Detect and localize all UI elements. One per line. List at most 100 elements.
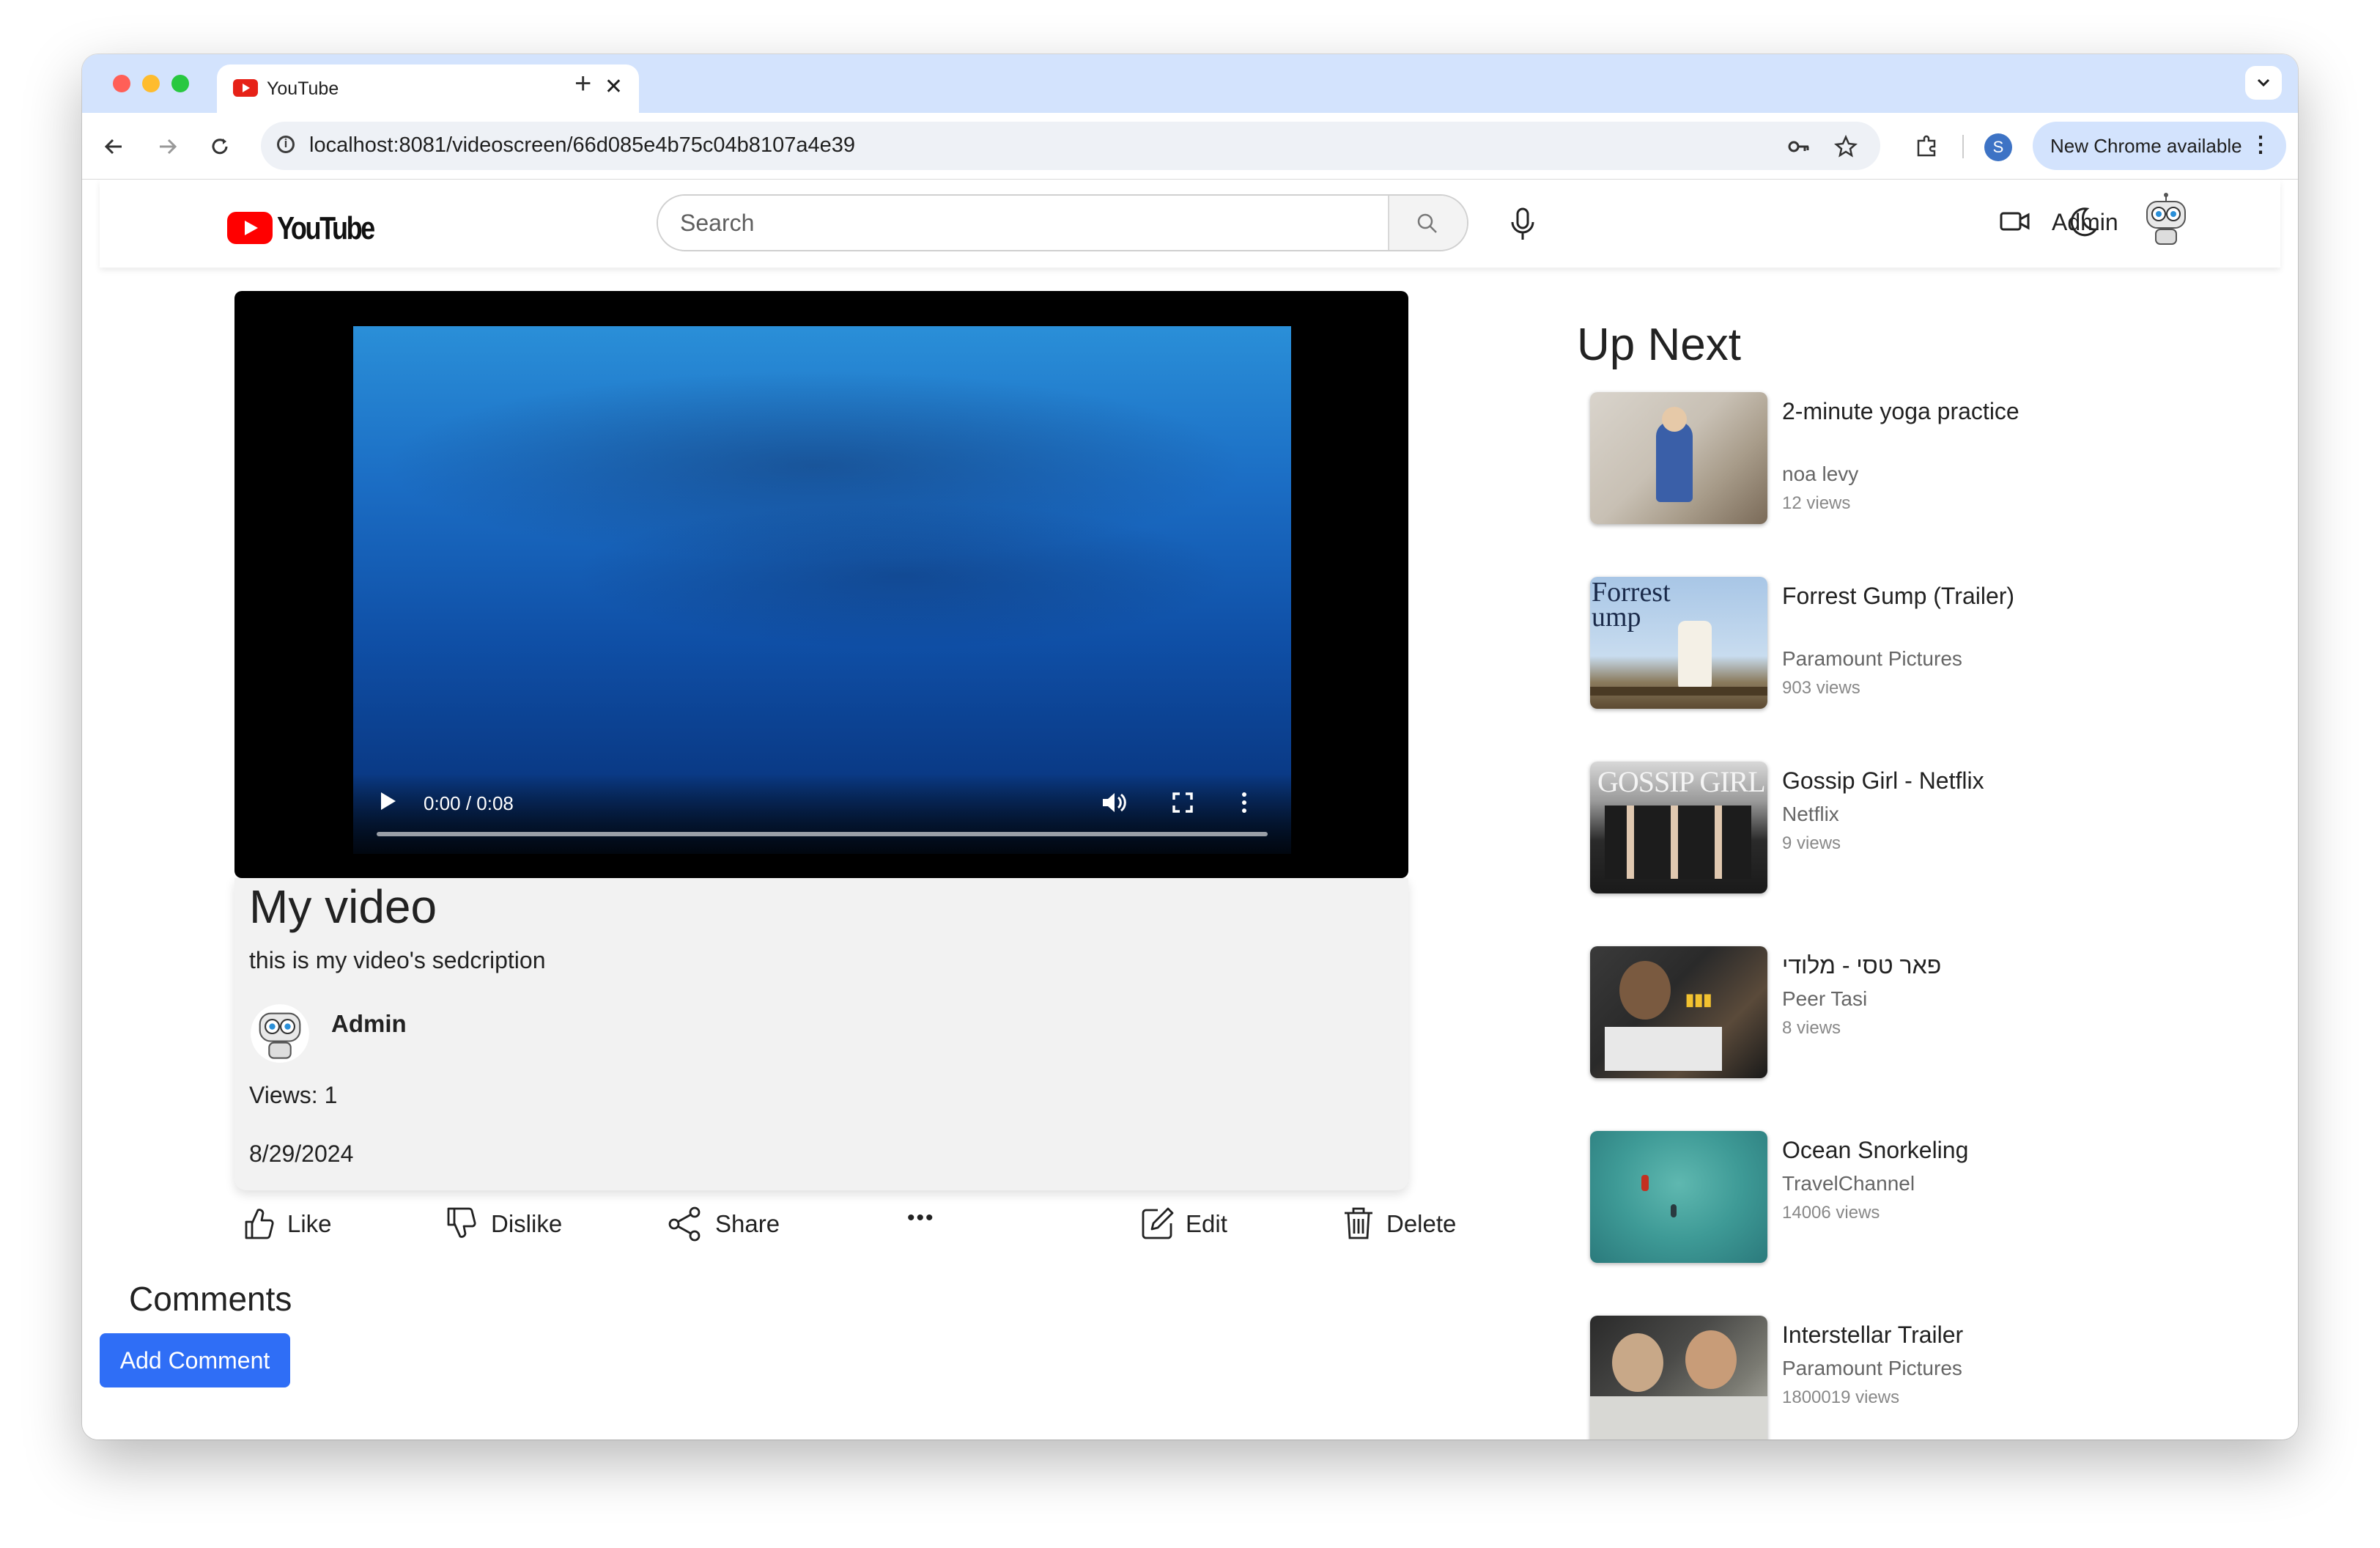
up-next-title[interactable]: Interstellar Trailer: [1782, 1320, 2097, 1349]
up-next-channel: Netflix: [1782, 803, 1839, 825]
share-button[interactable]: Share: [667, 1204, 784, 1245]
back-arrow-icon[interactable]: [100, 132, 129, 161]
video-description: this is my video's sedcription: [249, 947, 546, 973]
new-chrome-available-button[interactable]: New Chrome available ⋮: [2033, 122, 2286, 170]
gossip-girl-art: GOSSIP GIRL: [1597, 765, 1766, 798]
up-next-item[interactable]: Ocean Snorkeling TravelChannel 14006 vie…: [1590, 1131, 2103, 1270]
tab-close-icon[interactable]: ✕: [605, 75, 623, 100]
forward-arrow-icon[interactable]: [152, 132, 182, 161]
share-label: Share: [715, 1210, 780, 1237]
up-next-item[interactable]: GOSSIP GIRL Gossip Girl - Netflix Netfli…: [1590, 762, 2103, 901]
logo-text: YouTube: [277, 210, 375, 246]
spacesuit-shape: [1590, 1396, 1767, 1440]
like-button[interactable]: Like: [243, 1204, 346, 1245]
close-window-button[interactable]: [113, 75, 130, 92]
youtube-play-logo-icon: [227, 212, 273, 244]
reload-icon[interactable]: [205, 132, 234, 161]
microphone-icon[interactable]: [1509, 207, 1536, 241]
page-content: YouTube Admin: [82, 180, 2298, 1440]
like-label: Like: [287, 1210, 332, 1237]
owner-name[interactable]: Admin: [331, 1010, 407, 1038]
site-info-icon[interactable]: [277, 136, 295, 153]
youtube-favicon-icon: [233, 79, 258, 97]
minimize-window-button[interactable]: [142, 75, 160, 92]
video-views: Views: 1: [249, 1082, 338, 1108]
dislike-button[interactable]: Dislike: [446, 1204, 577, 1245]
url-text[interactable]: localhost:8081/videoscreen/66d085e4b75c0…: [309, 133, 855, 158]
extensions-puzzle-icon[interactable]: [1914, 133, 1940, 160]
browser-toolbar: localhost:8081/videoscreen/66d085e4b75c0…: [82, 113, 2298, 180]
up-next-title[interactable]: Gossip Girl - Netflix: [1782, 766, 2097, 795]
delete-label: Delete: [1386, 1210, 1457, 1237]
site-header: YouTube Admin: [100, 180, 2280, 268]
snorkeler-shape: [1671, 1204, 1677, 1217]
up-next-channel: Paramount Pictures: [1782, 647, 1962, 670]
up-next-title[interactable]: פאר טסי - מלודי: [1782, 951, 2097, 980]
up-next-heading: Up Next: [1577, 320, 1741, 370]
toolbar-divider: [1962, 135, 1964, 158]
up-next-title[interactable]: 2-minute yoga practice: [1782, 397, 2097, 426]
delete-button[interactable]: Delete: [1342, 1204, 1467, 1245]
snorkeler-shape: [1641, 1175, 1649, 1191]
video-title: My video: [249, 880, 437, 933]
edit-label: Edit: [1186, 1210, 1227, 1237]
up-next-item[interactable]: 2-minute yoga practice noa levy 12 views: [1590, 392, 2103, 531]
edit-button[interactable]: Edit: [1140, 1204, 1243, 1245]
forrest-gump-art: Forrest ump: [1592, 577, 1671, 633]
search-input[interactable]: [658, 196, 1361, 250]
up-next-title[interactable]: Ocean Snorkeling: [1782, 1135, 2097, 1165]
up-next-item[interactable]: Interstellar Trailer Paramount Pictures …: [1590, 1316, 2103, 1440]
tab-strip: YouTube ✕ +: [82, 54, 2298, 113]
up-next-channel: Paramount Pictures: [1782, 1357, 1962, 1379]
browser-window: YouTube ✕ + localhost:8081/videoscreen/6…: [82, 54, 2298, 1440]
up-next-views: 14006 views: [1782, 1203, 1880, 1223]
video-thumbnail[interactable]: [1590, 1131, 1767, 1263]
video-thumbnail[interactable]: Forrest ump: [1590, 577, 1767, 709]
video-player[interactable]: 0:00 / 0:08: [234, 291, 1408, 878]
yoga-head-shape: [1662, 407, 1687, 432]
video-date: 8/29/2024: [249, 1140, 354, 1167]
share-icon: [668, 1206, 701, 1242]
fish-school-shape: [573, 502, 1232, 649]
volume-icon[interactable]: [1101, 791, 1127, 814]
thumbs-down-icon: [447, 1207, 476, 1238]
video-thumbnail[interactable]: [1590, 1316, 1767, 1440]
album-text-art: ▮▮▮: [1685, 990, 1712, 1009]
address-bar[interactable]: localhost:8081/videoscreen/66d085e4b75c0…: [261, 122, 1880, 170]
video-frame[interactable]: 0:00 / 0:08: [353, 326, 1291, 854]
video-options-icon[interactable]: [1238, 791, 1250, 814]
video-camera-icon[interactable]: [1999, 209, 2031, 234]
comments-heading: Comments: [129, 1280, 292, 1318]
robot-avatar-icon[interactable]: [2137, 191, 2195, 250]
search-button[interactable]: [1388, 196, 1467, 250]
yoga-figure-shape: [1656, 421, 1693, 502]
singer-head-shape: [1619, 961, 1671, 1020]
up-next-item[interactable]: Forrest ump Forrest Gump (Trailer) Paramo…: [1590, 577, 2103, 716]
search-icon: [1417, 213, 1437, 233]
video-progress-bar[interactable]: [377, 832, 1268, 836]
tab-search-button[interactable]: [2245, 66, 2282, 100]
new-tab-button[interactable]: +: [574, 67, 591, 100]
more-options-button[interactable]: •••: [907, 1204, 951, 1245]
up-next-item[interactable]: ▮▮▮ פאר טסי - מלודי Peer Tasi 8 views: [1590, 946, 2103, 1086]
up-next-views: 12 views: [1782, 493, 1851, 513]
edit-pencil-icon: [1142, 1207, 1174, 1239]
header-username[interactable]: Admin: [2052, 209, 2118, 236]
up-next-title[interactable]: Forrest Gump (Trailer): [1782, 581, 2097, 611]
video-thumbnail[interactable]: ▮▮▮: [1590, 946, 1767, 1078]
play-icon[interactable]: [381, 792, 396, 810]
more-icon: •••: [907, 1206, 935, 1230]
up-next-channel: Peer Tasi: [1782, 987, 1868, 1010]
kebab-menu-icon[interactable]: ⋮: [2250, 132, 2272, 158]
add-comment-button[interactable]: Add Comment: [100, 1333, 290, 1387]
video-thumbnail[interactable]: GOSSIP GIRL: [1590, 762, 1767, 893]
owner-robot-avatar-icon[interactable]: [249, 1003, 311, 1064]
bookmark-star-icon[interactable]: [1833, 134, 1858, 159]
key-icon[interactable]: [1786, 134, 1811, 159]
maximize-window-button[interactable]: [171, 75, 189, 92]
profile-avatar[interactable]: S: [1984, 133, 2012, 161]
fullscreen-icon[interactable]: [1171, 791, 1194, 814]
video-thumbnail[interactable]: [1590, 392, 1767, 524]
trash-icon: [1345, 1207, 1372, 1239]
actor-face-shape: [1612, 1333, 1663, 1392]
